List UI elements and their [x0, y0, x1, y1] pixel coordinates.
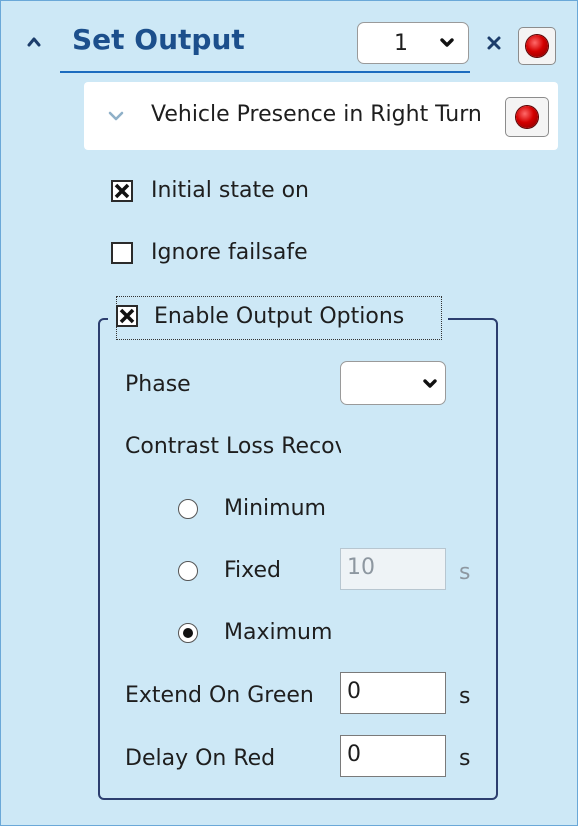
enable-output-options-checkbox[interactable]	[116, 305, 138, 327]
contrast-loss-label-container: Contrast Loss Recovery	[125, 436, 341, 464]
initial-state-checkbox[interactable]	[111, 180, 133, 202]
delay-on-red-value: 0	[347, 742, 361, 767]
record-icon	[526, 35, 548, 57]
ignore-failsafe-checkbox[interactable]	[111, 242, 133, 264]
phase-label: Phase	[125, 372, 191, 397]
radio-minimum-label: Minimum	[224, 498, 326, 521]
extend-on-green-input[interactable]: 0	[340, 672, 446, 714]
phase-dropdown[interactable]	[340, 361, 446, 405]
sub-record-button[interactable]	[505, 97, 549, 137]
close-icon[interactable]	[486, 35, 502, 51]
title-underline	[60, 71, 470, 73]
radio-fixed-label: Fixed	[224, 560, 282, 583]
radio-minimum[interactable]	[178, 499, 198, 519]
extend-on-green-label-container: Extend On Green	[125, 685, 337, 713]
chevron-down-icon	[440, 38, 454, 47]
extend-on-green-unit: s	[459, 684, 471, 709]
ignore-failsafe-label: Ignore failsafe	[151, 240, 308, 265]
checkmark-x-icon	[119, 308, 135, 324]
radio-maximum-label: Maximum	[224, 622, 333, 645]
chevron-down-icon[interactable]	[108, 110, 124, 122]
instance-dropdown[interactable]: 1	[357, 22, 469, 64]
checkmark-x-icon	[114, 183, 130, 199]
radio-fixed-label-container: Fixed	[224, 560, 334, 588]
delay-on-red-input[interactable]: 0	[340, 735, 446, 777]
sub-item-label-container: Vehicle Presence in Right Turn	[151, 104, 489, 134]
record-icon	[516, 106, 538, 128]
sub-item-label: Vehicle Presence in Right Turn	[151, 104, 482, 127]
delay-on-red-unit: s	[459, 746, 471, 771]
radio-maximum-label-container: Maximum	[224, 622, 341, 650]
section-title: Set Output	[72, 23, 245, 56]
extend-on-green-label: Extend On Green	[125, 685, 314, 708]
enable-output-options-label: Enable Output Options	[154, 304, 405, 329]
initial-state-label: Initial state on	[151, 178, 309, 203]
instance-value: 1	[394, 31, 408, 56]
fixed-seconds-input[interactable]: 10	[340, 548, 446, 590]
fixed-unit-label: s	[459, 560, 471, 585]
fixed-seconds-value: 10	[347, 555, 375, 580]
contrast-loss-label: Contrast Loss Recovery	[125, 436, 341, 459]
radio-maximum[interactable]	[178, 623, 198, 643]
delay-on-red-label: Delay On Red	[125, 746, 276, 771]
radio-fixed[interactable]	[178, 561, 198, 581]
extend-on-green-value: 0	[347, 679, 361, 704]
chevron-down-icon	[423, 379, 437, 388]
radio-selected-dot	[183, 628, 193, 638]
radio-minimum-label-container: Minimum	[224, 498, 341, 526]
chevron-up-icon[interactable]	[26, 34, 42, 50]
record-button[interactable]	[518, 27, 556, 65]
